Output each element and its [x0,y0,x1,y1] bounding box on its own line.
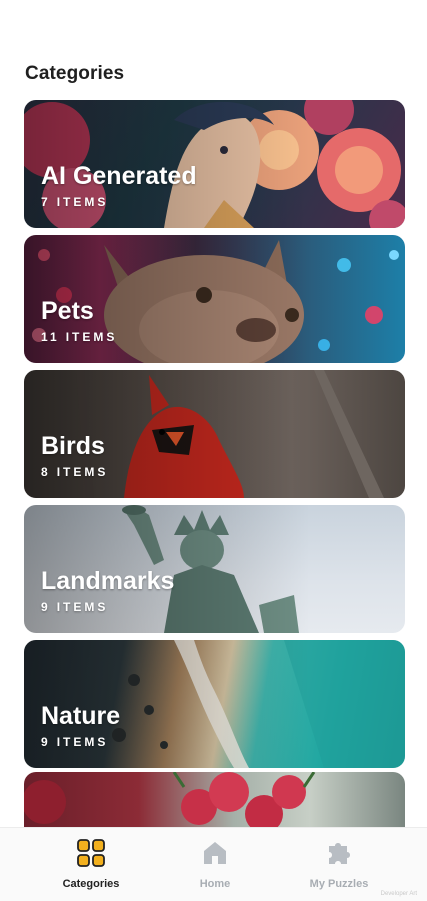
category-list: AI Generated 7 ITEMS Pets 11 ITEMS Birds… [24,100,405,775]
category-card-birds[interactable]: Birds 8 ITEMS [24,370,405,498]
nav-categories[interactable]: Categories [36,838,146,892]
category-title: Birds [41,432,105,460]
bottom-navigation: Categories Home My Puzzles Developer Art [0,827,427,901]
page-title: Categories [25,63,125,84]
category-card-landmarks[interactable]: Landmarks 9 ITEMS [24,505,405,633]
category-title: Nature [41,702,121,730]
nav-label: My Puzzles [309,878,369,890]
category-title: Pets [41,297,94,325]
category-card-pets[interactable]: Pets 11 ITEMS [24,235,405,363]
category-title: AI Generated [41,162,197,190]
category-count: 11 ITEMS [41,330,118,344]
category-count: 7 ITEMS [41,195,109,209]
grid-icon [77,839,105,867]
watermark: Developer Art [380,891,417,897]
category-count: 9 ITEMS [41,735,109,749]
category-card-nature[interactable]: Nature 9 ITEMS [24,640,405,768]
category-card-ai-generated[interactable]: AI Generated 7 ITEMS [24,100,405,228]
category-title: Landmarks [41,567,175,595]
category-count: 9 ITEMS [41,600,109,614]
puzzle-icon [329,843,350,864]
nav-my-puzzles[interactable]: My Puzzles [284,838,394,892]
home-icon [204,842,226,864]
nav-label: Home [199,878,231,890]
category-count: 8 ITEMS [41,465,109,479]
nav-home[interactable]: Home [160,838,270,892]
nav-label: Categories [62,878,120,890]
